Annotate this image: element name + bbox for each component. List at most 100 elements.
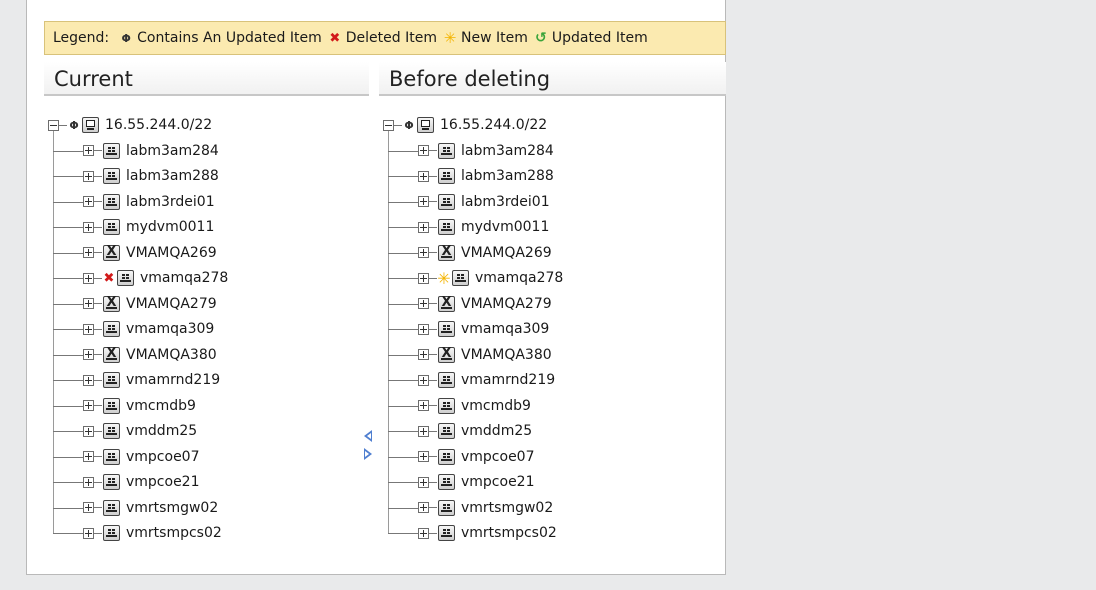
tree-row[interactable]: mydvm0011 <box>388 216 550 238</box>
tree-row[interactable]: vmamqa309 <box>53 318 214 340</box>
tree-row[interactable]: vmpcoe21 <box>53 471 200 493</box>
tree-row[interactable]: vmpcoe07 <box>53 446 200 468</box>
expand-toggle-icon[interactable] <box>418 272 429 284</box>
tree-row[interactable]: labm3rdei01 <box>388 191 550 213</box>
tree-row[interactable]: vmamrnd219 <box>53 369 220 391</box>
expand-toggle-icon[interactable] <box>418 425 429 437</box>
tree-row[interactable]: vmrtsmgw02 <box>53 497 218 519</box>
expand-toggle-icon[interactable] <box>418 298 429 309</box>
tree-row[interactable]: vmpcoe07 <box>388 446 535 468</box>
vmware-host-icon <box>438 244 455 261</box>
tree-root-row[interactable]: Φ 16.55.244.0/22 <box>383 114 547 136</box>
tree-row[interactable]: ✖ vmamqa278 <box>53 267 228 289</box>
tree-row[interactable]: vmpcoe21 <box>388 471 535 493</box>
arrow-left-icon[interactable] <box>364 430 372 442</box>
tree-row[interactable]: vmrtsmpcs02 <box>388 522 557 544</box>
expand-toggle-icon[interactable] <box>418 502 429 513</box>
tree-branch-connector <box>388 482 418 483</box>
expand-toggle-icon[interactable] <box>418 221 429 233</box>
contains-updated-icon: Φ <box>404 118 414 132</box>
expand-toggle-icon[interactable] <box>83 221 94 233</box>
tree-row[interactable]: VMAMQA269 <box>388 242 552 264</box>
expand-toggle-icon[interactable] <box>83 298 94 309</box>
windows-host-icon <box>103 142 120 159</box>
expand-toggle-icon[interactable] <box>83 425 94 437</box>
tree-row[interactable]: mydvm0011 <box>53 216 214 238</box>
windows-host-icon <box>438 219 455 235</box>
expand-toggle-icon[interactable] <box>418 196 429 207</box>
tree-row-label: vmrtsmpcs02 <box>461 525 557 541</box>
expand-toggle-icon[interactable] <box>418 451 429 462</box>
tree-root-row[interactable]: Φ 16.55.244.0/22 <box>48 114 212 136</box>
expand-toggle-icon[interactable] <box>83 145 94 156</box>
expand-toggle-icon[interactable] <box>83 374 94 386</box>
tree-branch-connector <box>53 329 83 330</box>
expand-toggle-icon[interactable] <box>418 323 429 335</box>
tree-connector <box>94 226 102 228</box>
tree-row[interactable]: VMAMQA380 <box>53 344 217 366</box>
tree-row[interactable]: vmamrnd219 <box>388 369 555 391</box>
tree-connector <box>429 303 437 304</box>
legend-item-contains-updated: Φ Contains An Updated Item <box>119 30 322 46</box>
tree-row[interactable]: labm3am288 <box>53 165 219 187</box>
tree-row[interactable]: vmcmdb9 <box>388 395 531 417</box>
expand-toggle-icon[interactable] <box>418 145 429 156</box>
tree-row[interactable]: labm3rdei01 <box>53 191 215 213</box>
collapse-toggle-icon[interactable] <box>48 119 59 131</box>
collapse-toggle-icon[interactable] <box>383 119 394 131</box>
tree-row-label: VMAMQA269 <box>461 244 552 261</box>
expand-toggle-icon[interactable] <box>83 247 94 258</box>
expand-toggle-icon[interactable] <box>83 476 94 488</box>
tree-connector <box>429 379 437 381</box>
tree-row[interactable]: vmamqa309 <box>388 318 549 340</box>
expand-toggle-icon[interactable] <box>418 400 429 411</box>
expand-toggle-icon[interactable] <box>418 349 429 360</box>
tree-row[interactable]: vmrtsmgw02 <box>388 497 553 519</box>
expand-toggle-icon[interactable] <box>418 374 429 386</box>
expand-toggle-icon[interactable] <box>418 527 429 539</box>
expand-toggle-icon[interactable] <box>83 170 94 182</box>
tree-branch-connector <box>388 507 418 509</box>
tree-row[interactable]: vmcmdb9 <box>53 395 196 417</box>
windows-host-icon <box>103 321 120 337</box>
tree-row[interactable]: VMAMQA380 <box>388 344 552 366</box>
expand-toggle-icon[interactable] <box>83 527 94 539</box>
tree-branch-connector <box>388 431 418 432</box>
tree-row[interactable]: labm3am288 <box>388 165 554 187</box>
tree-row[interactable]: vmddm25 <box>388 420 532 442</box>
expand-toggle-icon[interactable] <box>418 247 429 258</box>
expand-toggle-icon[interactable] <box>83 272 94 284</box>
tree-row-label: labm3am284 <box>461 142 554 159</box>
tree-row[interactable]: VMAMQA269 <box>53 242 217 264</box>
expand-toggle-icon[interactable] <box>83 349 94 360</box>
windows-host-icon <box>103 499 120 516</box>
network-icon <box>417 117 434 133</box>
expand-toggle-icon[interactable] <box>83 323 94 335</box>
tree-row[interactable]: ✳ vmamqa278 <box>388 267 563 289</box>
expand-toggle-icon[interactable] <box>83 502 94 513</box>
tree-branch-connector <box>388 252 418 254</box>
legend-text-contains-updated: Contains An Updated Item <box>137 30 322 46</box>
tree-row-label: labm3am288 <box>126 168 219 184</box>
tree-connector <box>394 124 402 126</box>
tree-row[interactable]: vmrtsmpcs02 <box>53 522 222 544</box>
tree-row[interactable]: labm3am284 <box>388 140 554 162</box>
tree-row[interactable]: labm3am284 <box>53 140 219 162</box>
expand-toggle-icon[interactable] <box>418 170 429 182</box>
expand-toggle-icon[interactable] <box>83 196 94 207</box>
tree-connector <box>94 507 102 508</box>
tree-row-label: mydvm0011 <box>461 219 550 235</box>
tree-row[interactable]: VMAMQA279 <box>388 293 552 315</box>
tree-row-label: VMAMQA279 <box>126 295 217 312</box>
tree-branch-connector <box>53 405 83 407</box>
windows-host-icon <box>103 525 120 541</box>
expand-toggle-icon[interactable] <box>418 476 429 488</box>
tree-branch-connector <box>388 354 418 356</box>
arrow-right-icon[interactable] <box>364 448 372 460</box>
windows-host-icon <box>438 448 455 465</box>
expand-toggle-icon[interactable] <box>83 451 94 462</box>
tree-row[interactable]: vmddm25 <box>53 420 197 442</box>
expand-toggle-icon[interactable] <box>83 400 94 411</box>
before-deleting-header: Before deleting <box>379 62 726 96</box>
tree-row[interactable]: VMAMQA279 <box>53 293 217 315</box>
